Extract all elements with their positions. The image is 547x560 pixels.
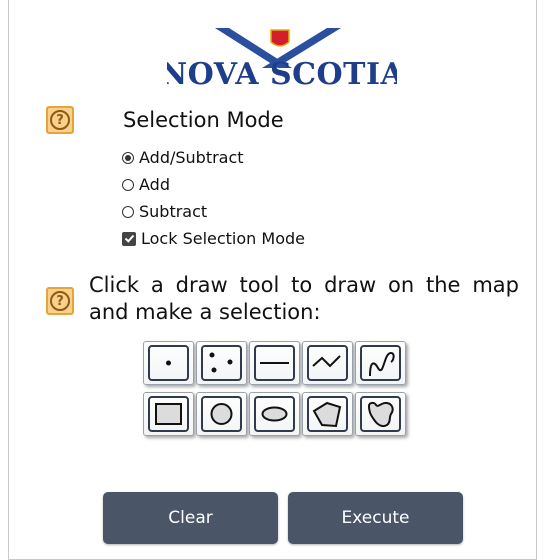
option-label: Add/Subtract bbox=[139, 148, 244, 167]
ellipse-tool[interactable] bbox=[249, 392, 300, 436]
freehand-polygon-tool[interactable] bbox=[355, 392, 406, 436]
polygon-icon bbox=[307, 396, 348, 432]
radio-add[interactable] bbox=[122, 178, 134, 191]
circle-icon bbox=[201, 396, 242, 432]
multipoint-tool[interactable] bbox=[196, 341, 247, 385]
nova-scotia-logo: NOVA SCOTIA bbox=[167, 28, 397, 88]
help-icon[interactable]: ? bbox=[46, 287, 74, 315]
radio-subtract[interactable] bbox=[122, 205, 134, 218]
logo-text: NOVA SCOTIA bbox=[167, 57, 397, 88]
lock-label: Lock Selection Mode bbox=[141, 229, 305, 248]
point-icon bbox=[148, 345, 189, 381]
option-subtract[interactable]: Subtract bbox=[122, 198, 305, 225]
rectangle-icon bbox=[148, 396, 189, 432]
ellipse-icon bbox=[254, 396, 295, 432]
lock-selection-mode[interactable]: Lock Selection Mode bbox=[122, 225, 305, 252]
checkmark-icon bbox=[124, 234, 134, 243]
clear-button[interactable]: Clear bbox=[103, 492, 278, 544]
option-label: Add bbox=[139, 175, 170, 194]
polygon-tool[interactable] bbox=[302, 392, 353, 436]
draw-instruction: Click a draw tool to draw on the map and… bbox=[89, 273, 519, 324]
rectangle-tool[interactable] bbox=[143, 392, 194, 436]
selection-mode-options: Add/Subtract Add Subtract Lock Selection… bbox=[122, 144, 305, 252]
circle-tool[interactable] bbox=[196, 392, 247, 436]
execute-button[interactable]: Execute bbox=[288, 492, 463, 544]
freehand-polygon-icon bbox=[360, 396, 401, 432]
polyline-icon bbox=[307, 345, 348, 381]
line-icon bbox=[254, 345, 295, 381]
option-add-subtract[interactable]: Add/Subtract bbox=[122, 144, 305, 171]
multipoint-icon bbox=[201, 345, 242, 381]
line-tool[interactable] bbox=[249, 341, 300, 385]
draw-tools bbox=[143, 341, 406, 443]
help-icon[interactable]: ? bbox=[46, 106, 74, 134]
polyline-tool[interactable] bbox=[302, 341, 353, 385]
option-add[interactable]: Add bbox=[122, 171, 305, 198]
option-label: Subtract bbox=[139, 202, 208, 221]
selection-mode-title: Selection Mode bbox=[123, 108, 284, 132]
lock-checkbox[interactable] bbox=[122, 231, 136, 246]
freehand-line-icon bbox=[360, 345, 401, 381]
radio-add-subtract[interactable] bbox=[122, 151, 134, 164]
question-mark-icon: ? bbox=[50, 110, 70, 130]
freehand-line-tool[interactable] bbox=[355, 341, 406, 385]
point-tool[interactable] bbox=[143, 341, 194, 385]
question-mark-icon: ? bbox=[50, 291, 70, 311]
